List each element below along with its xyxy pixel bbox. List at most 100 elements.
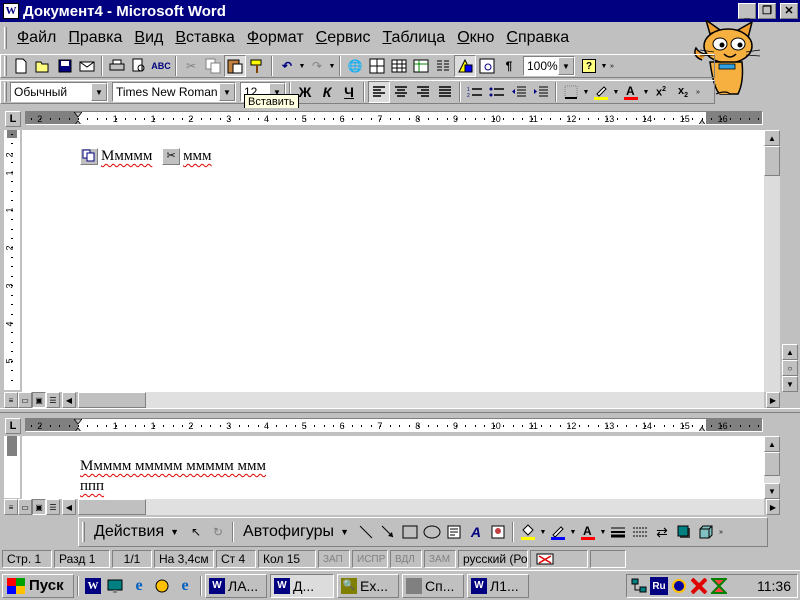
- align-center-button[interactable]: [390, 81, 412, 103]
- network-tray-icon[interactable]: [630, 577, 648, 595]
- pane1-line[interactable]: Ммммм ✂ ммм: [80, 148, 212, 166]
- menu-item-2[interactable]: Вид: [128, 29, 169, 47]
- vertical-ruler[interactable]: 2 1 1 2 3 4 5: [4, 130, 20, 390]
- quicklaunch-ie2-icon[interactable]: e: [174, 575, 196, 597]
- new-document-button[interactable]: [10, 55, 32, 77]
- toolbar-grip[interactable]: [4, 56, 7, 76]
- document-pane-bottom[interactable]: Ммммм ммммм ммммм ммм ппп: [22, 436, 764, 499]
- scissors-icon[interactable]: ✂: [162, 148, 181, 166]
- font-select[interactable]: Times New Roman ▼: [112, 82, 236, 102]
- draw-font-color-button[interactable]: A: [577, 521, 599, 543]
- taskbar-task-0[interactable]: W ЛА...: [205, 573, 267, 598]
- copy-icon[interactable]: [80, 148, 98, 166]
- right-indent-marker[interactable]: [698, 419, 706, 431]
- numbering-button[interactable]: 12: [464, 81, 486, 103]
- font-color-button[interactable]: A: [620, 81, 642, 103]
- tab-selector[interactable]: L: [5, 418, 21, 434]
- scroll-left-button[interactable]: ◀: [62, 499, 76, 515]
- menu-item-5[interactable]: Сервис: [310, 29, 377, 47]
- menu-item-0[interactable]: Файл: [11, 29, 62, 47]
- open-button[interactable]: [32, 55, 54, 77]
- clipart-button[interactable]: [487, 521, 509, 543]
- justify-button[interactable]: [434, 81, 456, 103]
- underline-button[interactable]: Ч: [338, 81, 360, 103]
- line-button[interactable]: [355, 521, 377, 543]
- rectangle-button[interactable]: [399, 521, 421, 543]
- draw-font-color-dropdown[interactable]: ▼: [599, 521, 607, 543]
- insert-hyperlink-button[interactable]: 🌐: [344, 55, 366, 77]
- actions-menu-button[interactable]: Действия ▼: [88, 523, 185, 541]
- undo-dropdown[interactable]: ▼: [298, 55, 306, 77]
- help-button[interactable]: ?: [578, 55, 600, 77]
- cut-button[interactable]: ✂: [180, 55, 202, 77]
- language-indicator[interactable]: Ru: [650, 577, 668, 595]
- scroll-thumb[interactable]: [764, 146, 780, 176]
- quicklaunch-word-icon[interactable]: W: [82, 575, 104, 597]
- subscript-button[interactable]: x2: [672, 81, 694, 103]
- spelling-status[interactable]: [530, 550, 588, 568]
- taskbar-task-4[interactable]: W Л1...: [467, 573, 529, 598]
- scroll-up-button-bottom[interactable]: ▲: [764, 436, 780, 452]
- clock[interactable]: 11:36: [757, 578, 791, 594]
- scroll-up-button[interactable]: ▲: [764, 130, 780, 146]
- toolbar-grip[interactable]: [4, 82, 7, 102]
- menu-item-6[interactable]: Таблица: [376, 29, 451, 47]
- quicklaunch-outlook-icon[interactable]: [151, 575, 173, 597]
- borders-dropdown[interactable]: ▼: [582, 81, 590, 103]
- hscroll-thumb[interactable]: [78, 392, 146, 408]
- tab-selector[interactable]: L: [5, 111, 21, 127]
- word-app-icon[interactable]: W: [3, 3, 19, 19]
- drawing-button[interactable]: [454, 55, 476, 77]
- text-box-button[interactable]: [443, 521, 465, 543]
- insert-excel-button[interactable]: [410, 55, 432, 77]
- superscript-button[interactable]: x2: [650, 81, 672, 103]
- arrow-style-button[interactable]: ⇄: [651, 521, 673, 543]
- save-button[interactable]: [54, 55, 76, 77]
- line-color-button[interactable]: [547, 521, 569, 543]
- normal-view-button[interactable]: ≡: [4, 392, 18, 408]
- toolbar-grip[interactable]: [82, 522, 85, 542]
- font-color-dropdown[interactable]: ▼: [642, 81, 650, 103]
- scroll-right-button[interactable]: ▶: [766, 392, 780, 408]
- help-dropdown[interactable]: ▼: [600, 55, 608, 77]
- toolbar-more-options[interactable]: »: [694, 81, 702, 103]
- right-indent-marker[interactable]: [698, 112, 706, 124]
- page-up-button[interactable]: ▲: [782, 344, 798, 360]
- shadow-button[interactable]: [673, 521, 695, 543]
- line-style-button[interactable]: [607, 521, 629, 543]
- antivirus-tray-icon[interactable]: [690, 577, 708, 595]
- paste-button[interactable]: [224, 55, 246, 77]
- select-objects-button[interactable]: ↖: [185, 521, 207, 543]
- highlight-dropdown[interactable]: ▼: [612, 81, 620, 103]
- hscroll-track[interactable]: [78, 499, 764, 515]
- oval-button[interactable]: [421, 521, 443, 543]
- scroll-thumb-bottom[interactable]: [764, 452, 780, 476]
- page-view-button[interactable]: ▣: [32, 499, 46, 515]
- vertical-ruler-bottom[interactable]: [4, 436, 20, 498]
- close-button[interactable]: ✕: [780, 3, 798, 19]
- quicklaunch-desktop-icon[interactable]: [105, 575, 127, 597]
- line-color-dropdown[interactable]: ▼: [569, 521, 577, 543]
- align-right-button[interactable]: [412, 81, 434, 103]
- fill-color-dropdown[interactable]: ▼: [539, 521, 547, 543]
- page-down-button[interactable]: ▼: [782, 376, 798, 392]
- start-button[interactable]: Пуск: [2, 573, 74, 598]
- title-bar[interactable]: W Документ4 - Microsoft Word _ ❐ ✕: [0, 0, 800, 22]
- font-dropdown-button[interactable]: ▼: [219, 83, 235, 101]
- outline-view-button[interactable]: ☰: [46, 392, 60, 408]
- minimize-button[interactable]: _: [738, 3, 756, 19]
- dash-style-button[interactable]: [629, 521, 651, 543]
- horizontal-ruler[interactable]: 2112345678910111213141516: [25, 418, 763, 432]
- hscroll-track[interactable]: [78, 392, 764, 408]
- align-left-button[interactable]: [368, 81, 390, 103]
- increase-indent-button[interactable]: [530, 81, 552, 103]
- menu-item-8[interactable]: Справка: [500, 29, 575, 47]
- horizontal-ruler[interactable]: 2112345678910111213141516: [25, 111, 763, 125]
- web-view-button[interactable]: ▭: [18, 392, 32, 408]
- status-ext[interactable]: ВДЛ: [390, 550, 422, 568]
- indent-marker[interactable]: [73, 112, 83, 124]
- document-map-button[interactable]: [476, 55, 498, 77]
- show-hide-button[interactable]: ¶: [498, 55, 520, 77]
- redo-button[interactable]: ↷: [306, 55, 328, 77]
- outline-view-button[interactable]: ☰: [46, 499, 60, 515]
